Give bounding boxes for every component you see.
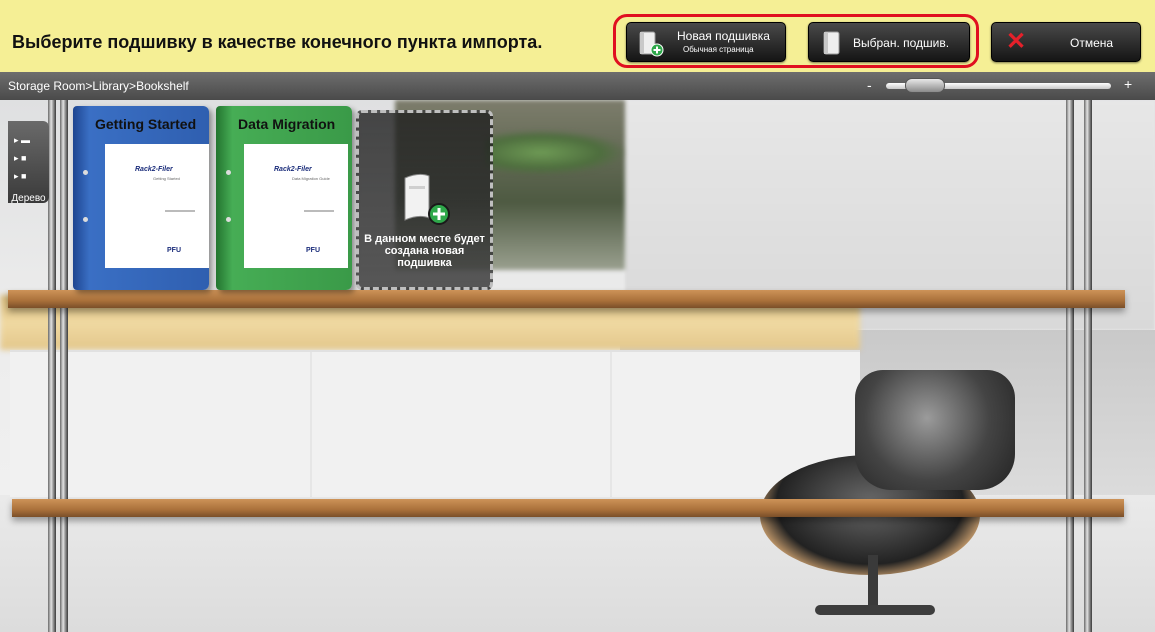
- new-binder-icon: [399, 168, 455, 231]
- path-bar: Storage Room>Library>Bookshelf - +: [0, 72, 1155, 100]
- breadcrumb: Storage Room>Library>Bookshelf: [8, 79, 189, 93]
- new-binder-sublabel: Обычная страница: [683, 45, 754, 54]
- tree-label: Дерево: [11, 193, 46, 204]
- binder-data-migration[interactable]: Data Migration Rack2-Filer Data Migratio…: [216, 106, 352, 290]
- cancel-label: Отмена: [1070, 36, 1114, 50]
- binder-cover-page: Rack2-Filer Getting Started PFU: [105, 144, 209, 268]
- import-prompt: Выберите подшивку в качестве конечного п…: [12, 32, 543, 52]
- cancel-button[interactable]: ✕ Отмена: [991, 22, 1141, 62]
- zoom-in-button[interactable]: +: [1124, 76, 1132, 92]
- selected-binder-label: Выбран. подшив.: [853, 36, 950, 50]
- new-binder-slot-text: В данном месте будет создана новая подши…: [364, 233, 485, 269]
- binder-getting-started[interactable]: Getting Started Rack2-Filer Getting Star…: [73, 106, 209, 290]
- close-icon: ✕: [1006, 28, 1027, 55]
- folder-icon: ▸ ■: [14, 153, 27, 163]
- new-binder-icon: [637, 29, 667, 62]
- folder-open-icon: ▸ ▬: [14, 135, 31, 145]
- toolbar: Выберите подшивку в качестве конечного п…: [0, 0, 1155, 72]
- shelf-pole: [1066, 100, 1074, 632]
- new-binder-slot[interactable]: В данном месте будет создана новая подши…: [356, 110, 493, 290]
- shelf-bottom: [12, 499, 1124, 517]
- shelf-pole: [48, 100, 56, 632]
- folder-icon: ▸ ■: [14, 171, 27, 181]
- shelf-top: [8, 290, 1125, 308]
- binder-title: Getting Started: [95, 116, 197, 132]
- selected-binder-button[interactable]: Выбран. подшив.: [808, 22, 970, 62]
- zoom-slider-thumb[interactable]: [904, 78, 945, 93]
- new-binder-button[interactable]: Новая подшивка Обычная страница: [626, 22, 786, 62]
- binder-cover-page: Rack2-Filer Data Migration Guide PFU: [244, 144, 348, 268]
- shelf-pole: [60, 100, 68, 632]
- zoom-out-button[interactable]: -: [867, 77, 872, 93]
- binder-title: Data Migration: [238, 116, 336, 132]
- binder-icon: [819, 29, 845, 62]
- new-binder-label: Новая подшивка: [677, 29, 770, 43]
- shelf-pole: [1084, 100, 1092, 632]
- tree-panel-tab[interactable]: ▸ ▬ ▸ ■ ▸ ■ Дерево: [8, 121, 49, 204]
